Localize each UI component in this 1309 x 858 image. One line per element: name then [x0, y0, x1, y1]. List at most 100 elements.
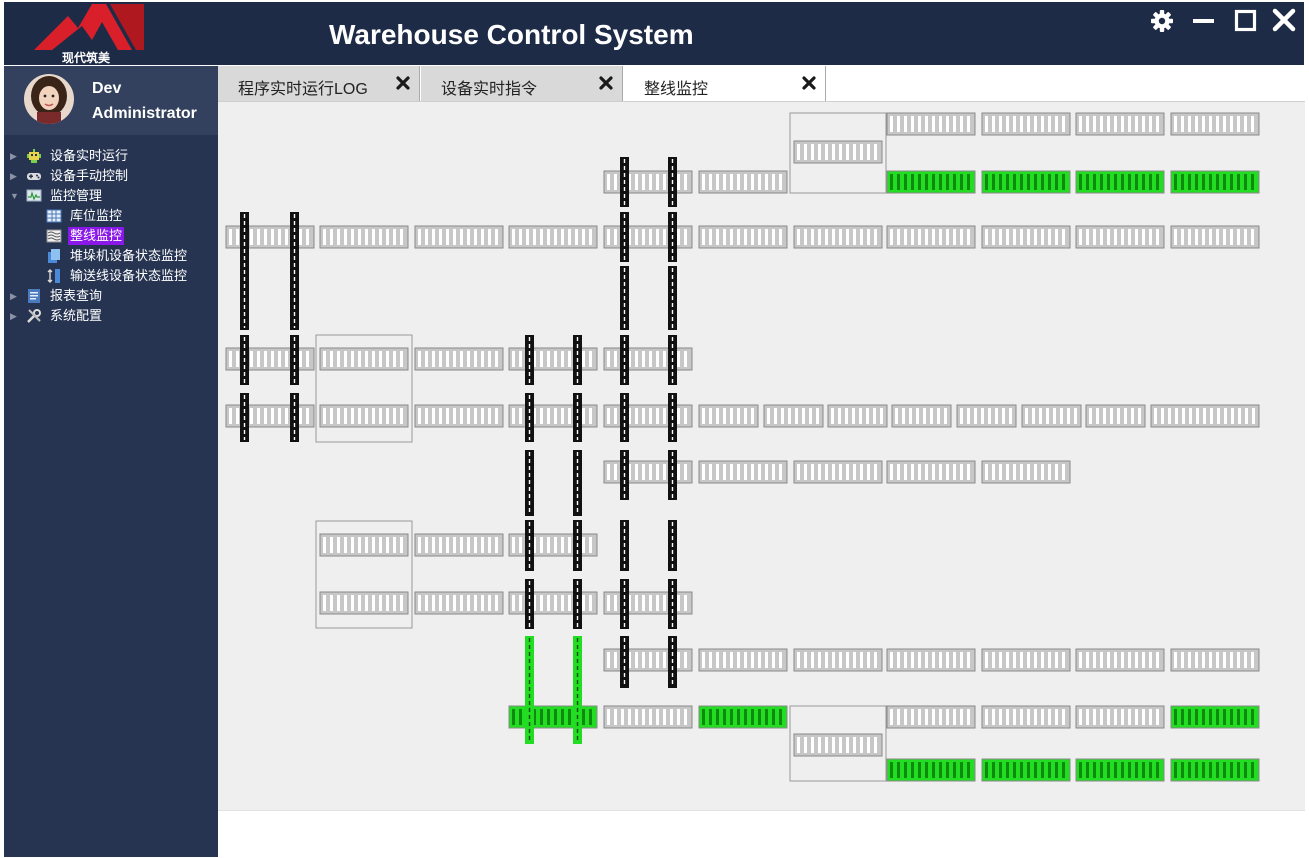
transfer-cart-rail[interactable] [620, 393, 629, 442]
transfer-cart-rail[interactable] [620, 579, 629, 629]
conveyor-segment[interactable] [1170, 112, 1260, 136]
transfer-cart-rail[interactable] [668, 335, 677, 385]
conveyor-segment[interactable] [1075, 648, 1165, 672]
transfer-cart-rail[interactable] [573, 335, 582, 385]
conveyor-segment[interactable] [414, 591, 504, 615]
conveyor-segment[interactable] [1085, 404, 1146, 428]
transfer-cart-rail[interactable] [620, 335, 629, 385]
conveyor-segment[interactable] [508, 225, 598, 249]
transfer-cart-rail[interactable] [240, 393, 249, 442]
transfer-cart-rail[interactable] [668, 212, 677, 262]
conveyor-segment[interactable] [508, 533, 598, 557]
transfer-cart-rail[interactable] [573, 520, 582, 571]
conveyor-segment[interactable] [763, 404, 824, 428]
conveyor-segment[interactable] [1170, 705, 1260, 729]
close-icon[interactable] [1270, 8, 1298, 34]
expand-arrow-icon[interactable]: ▶ [10, 146, 17, 166]
conveyor-segment[interactable] [319, 347, 409, 371]
transfer-cart-rail[interactable] [573, 579, 582, 629]
conveyor-segment[interactable] [1170, 170, 1260, 194]
conveyor-segment[interactable] [414, 404, 504, 428]
tab-close-icon[interactable] [801, 75, 817, 91]
conveyor-segment[interactable] [225, 404, 315, 428]
conveyor-segment[interactable] [981, 758, 1071, 782]
transfer-cart-rail[interactable] [573, 393, 582, 442]
transfer-cart-rail[interactable] [620, 636, 629, 688]
conveyor-segment[interactable] [698, 225, 788, 249]
nav-item-system-config[interactable]: ▶ 系统配置 [4, 306, 218, 326]
conveyor-segment[interactable] [886, 648, 976, 672]
conveyor-segment[interactable] [319, 533, 409, 557]
transfer-cart-rail[interactable] [525, 636, 534, 744]
tab-device-commands[interactable]: 设备实时指令 [421, 66, 623, 101]
collapse-arrow-icon[interactable]: ▼ [10, 186, 19, 206]
transfer-cart-rail[interactable] [290, 393, 299, 442]
expand-arrow-icon[interactable]: ▶ [10, 286, 17, 306]
transfer-cart-rail[interactable] [620, 157, 629, 207]
conveyor-segment[interactable] [603, 591, 693, 615]
conveyor-segment[interactable] [508, 404, 598, 428]
conveyor-segment[interactable] [981, 170, 1071, 194]
conveyor-segment[interactable] [981, 112, 1071, 136]
transfer-cart-rail[interactable] [620, 520, 629, 571]
conveyor-segment[interactable] [1075, 170, 1165, 194]
conveyor-segment[interactable] [603, 225, 693, 249]
transfer-cart-rail[interactable] [620, 266, 629, 330]
expand-arrow-icon[interactable]: ▶ [10, 306, 17, 326]
conveyor-segment[interactable] [414, 533, 504, 557]
conveyor-segment[interactable] [414, 225, 504, 249]
transfer-cart-rail[interactable] [573, 636, 582, 744]
conveyor-segment[interactable] [793, 460, 883, 484]
conveyor-segment[interactable] [981, 648, 1071, 672]
conveyor-segment[interactable] [886, 112, 976, 136]
transfer-cart-rail[interactable] [525, 393, 534, 442]
transfer-cart-rail[interactable] [290, 212, 299, 330]
conveyor-segment[interactable] [793, 648, 883, 672]
avatar[interactable] [24, 74, 74, 124]
conveyor-segment[interactable] [603, 170, 693, 194]
nav-item-device-realtime[interactable]: ▶ 设备实时运行 [4, 146, 218, 166]
conveyor-segment[interactable] [886, 460, 976, 484]
conveyor-segment[interactable] [414, 347, 504, 371]
conveyor-segment[interactable] [827, 404, 888, 428]
conveyor-segment[interactable] [603, 347, 693, 371]
tab-program-log[interactable]: 程序实时运行LOG [218, 66, 420, 101]
nav-item-conveyor-status[interactable]: 输送线设备状态监控 [4, 266, 218, 286]
conveyor-segment[interactable] [793, 733, 883, 757]
transfer-cart-rail[interactable] [240, 212, 249, 330]
nav-item-location-monitor[interactable]: 库位监控 [4, 206, 218, 226]
conveyor-segment[interactable] [698, 404, 759, 428]
conveyor-segment[interactable] [886, 225, 976, 249]
transfer-cart-rail[interactable] [668, 579, 677, 629]
maximize-icon[interactable] [1232, 8, 1260, 34]
conveyor-segment[interactable] [1170, 758, 1260, 782]
conveyor-segment[interactable] [698, 705, 788, 729]
conveyor-segment[interactable] [603, 705, 693, 729]
conveyor-segment[interactable] [698, 648, 788, 672]
conveyor-segment[interactable] [1170, 648, 1260, 672]
conveyor-segment[interactable] [603, 648, 693, 672]
conveyor-segment[interactable] [891, 404, 952, 428]
settings-icon[interactable] [1148, 8, 1176, 34]
conveyor-segment[interactable] [793, 140, 883, 164]
tab-close-icon[interactable] [598, 75, 614, 91]
transfer-cart-rail[interactable] [290, 335, 299, 385]
conveyor-segment[interactable] [508, 705, 598, 729]
conveyor-segment[interactable] [698, 460, 788, 484]
conveyor-segment[interactable] [1170, 225, 1260, 249]
conveyor-segment[interactable] [698, 170, 788, 194]
conveyor-segment[interactable] [1075, 705, 1165, 729]
transfer-cart-rail[interactable] [668, 157, 677, 207]
transfer-cart-rail[interactable] [668, 520, 677, 571]
conveyor-segment[interactable] [981, 705, 1071, 729]
conveyor-segment[interactable] [225, 347, 315, 371]
conveyor-segment[interactable] [886, 758, 976, 782]
nav-item-reports[interactable]: ▶ 报表查询 [4, 286, 218, 306]
tab-line-monitor[interactable]: 整线监控 [624, 66, 826, 101]
conveyor-segment[interactable] [1150, 404, 1260, 428]
transfer-cart-rail[interactable] [668, 636, 677, 688]
conveyor-segment[interactable] [886, 705, 976, 729]
conveyor-segment[interactable] [319, 404, 409, 428]
conveyor-segment[interactable] [225, 225, 315, 249]
minimize-icon[interactable] [1190, 8, 1218, 34]
